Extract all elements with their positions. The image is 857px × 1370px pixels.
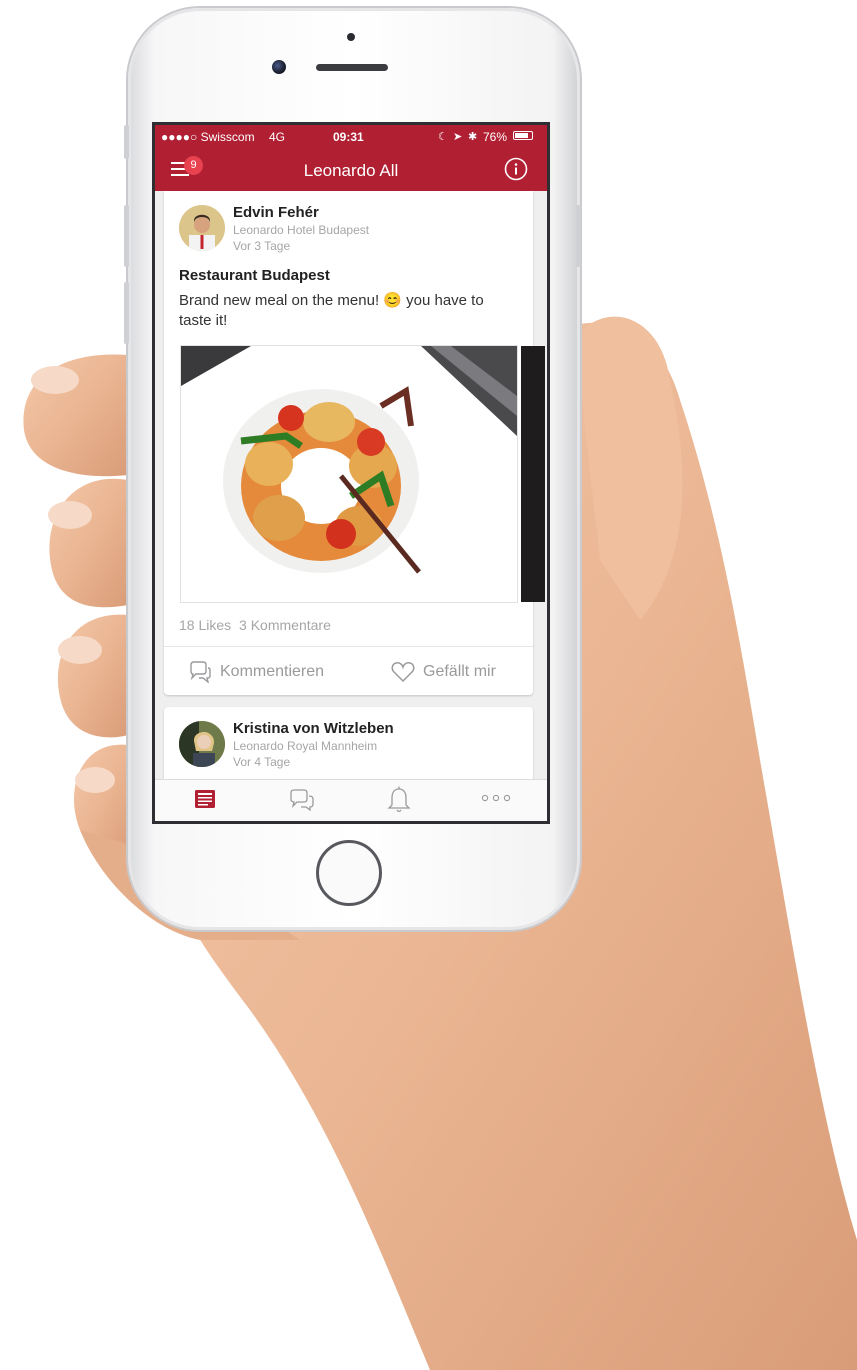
- post-title: Restaurant Budapest: [179, 267, 330, 284]
- chat-bubbles-icon: [190, 661, 211, 683]
- volume-up-button: [124, 205, 129, 267]
- carrier: ●●●●○ Swisscom: [161, 130, 255, 144]
- post-hotel: Leonardo Hotel Budapest: [233, 223, 370, 237]
- home-button[interactable]: [316, 840, 382, 906]
- more-icon[interactable]: [481, 794, 511, 802]
- divider: [164, 646, 533, 647]
- bell-icon[interactable]: [387, 786, 411, 814]
- next-photo-preview[interactable]: [521, 346, 545, 602]
- battery-percent: 76%: [483, 130, 508, 144]
- post-card[interactable]: Kristina von Witzleben Leonardo Royal Ma…: [164, 707, 533, 779]
- front-camera: [272, 60, 286, 74]
- app-view: ●●●●○ Swisscom 4G 09:31 ☾ ➤ ✱ 76% 9 Leon…: [155, 125, 547, 821]
- food-image: [181, 346, 517, 602]
- post-hotel: Leonardo Royal Mannheim: [233, 739, 378, 753]
- like-label: Gefällt mir: [423, 663, 496, 680]
- avatar[interactable]: [179, 205, 225, 251]
- location-icon: ➤: [453, 131, 463, 143]
- post-card[interactable]: Edvin Fehér Leonardo Hotel Budapest Vor …: [164, 191, 545, 695]
- info-icon[interactable]: [504, 157, 528, 181]
- avatar-image: [179, 721, 225, 767]
- post-time: Vor 4 Tage: [233, 755, 291, 769]
- avatar-image: [179, 205, 225, 251]
- battery-icon: [513, 131, 533, 140]
- bluetooth-icon: ✱: [468, 131, 478, 143]
- comment-label: Kommentieren: [220, 663, 325, 680]
- volume-down-button: [124, 282, 129, 344]
- newspaper-icon[interactable]: [193, 788, 217, 810]
- post-photo[interactable]: [181, 346, 517, 602]
- chat-icon[interactable]: [288, 788, 316, 812]
- phone-screen: ●●●●○ Swisscom 4G 09:31 ☾ ➤ ✱ 76% 9 Leon…: [152, 122, 550, 824]
- network-type: 4G: [269, 130, 286, 144]
- mute-switch: [124, 125, 129, 159]
- post-text: Brand new meal on the menu! 😊 you have t…: [179, 292, 484, 329]
- earpiece-speaker: [316, 64, 388, 71]
- likes-count[interactable]: 18 Likes: [179, 617, 231, 633]
- news-feed[interactable]: Edvin Fehér Leonardo Hotel Budapest Vor …: [155, 191, 547, 779]
- moon-icon: ☾: [438, 131, 448, 143]
- post-author[interactable]: Edvin Fehér: [233, 204, 319, 221]
- power-button: [576, 205, 581, 267]
- post-time: Vor 3 Tage: [233, 239, 291, 253]
- page-title: Leonardo All: [303, 161, 399, 180]
- heart-icon: [391, 662, 415, 683]
- tab-bar: [155, 779, 547, 821]
- post-stats: 18 Likes 3 Kommentare: [179, 617, 331, 633]
- comments-count[interactable]: 3 Kommentare: [239, 617, 331, 633]
- avatar[interactable]: [179, 721, 225, 767]
- status-bar: ●●●●○ Swisscom 4G 09:31 ☾ ➤ ✱ 76%: [155, 125, 547, 147]
- proximity-sensor: [347, 33, 355, 41]
- clock: 09:31: [333, 130, 364, 144]
- post-author[interactable]: Kristina von Witzleben: [233, 720, 394, 737]
- nav-bar: 9 Leonardo All: [155, 147, 547, 191]
